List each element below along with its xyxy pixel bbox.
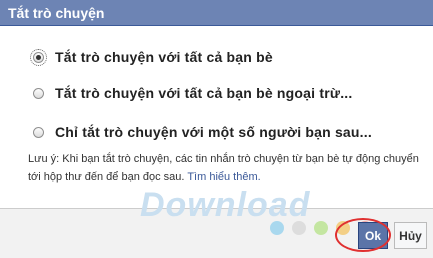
watermark-dot [270, 221, 284, 235]
watermark-text: Download [140, 186, 311, 224]
watermark-dot [314, 221, 328, 235]
learn-more-link[interactable]: Tìm hiểu thêm. [187, 171, 260, 183]
option-turn-off-some[interactable]: Chỉ tắt trò chuyện với một số người bạn … [33, 122, 372, 142]
radio-button[interactable] [33, 126, 44, 138]
radio-button-checked[interactable] [30, 48, 47, 66]
radio-button[interactable] [33, 87, 44, 99]
option-label: Tắt trò chuyện với tất cả bạn bè ngoại t… [55, 85, 353, 101]
option-label: Tắt trò chuyện với tất cả bạn bè [55, 49, 273, 65]
watermark-dot [292, 221, 306, 235]
cancel-button[interactable]: Hủy [394, 222, 427, 249]
highlight-ring [335, 218, 391, 252]
note-text: Lưu ý: Khi bạn tắt trò chuyện, các tin n… [28, 150, 420, 186]
option-turn-off-all-except[interactable]: Tắt trò chuyện với tất cả bạn bè ngoại t… [33, 83, 352, 103]
dialog-title: Tắt trò chuyện [0, 0, 433, 26]
option-turn-off-all[interactable]: Tắt trò chuyện với tất cả bạn bè [30, 47, 273, 67]
option-label: Chỉ tắt trò chuyện với một số người bạn … [55, 124, 372, 140]
